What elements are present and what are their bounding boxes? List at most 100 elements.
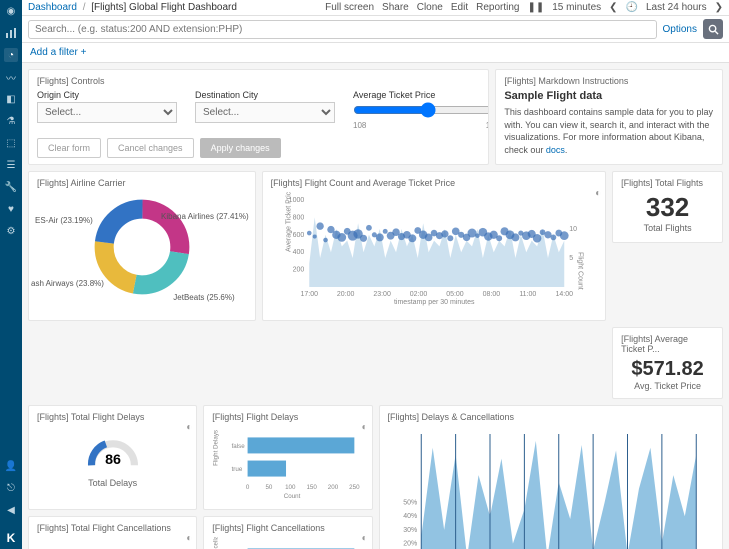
pause-icon[interactable]: ❚❚ bbox=[527, 2, 544, 13]
svg-text:08:00: 08:00 bbox=[482, 291, 500, 298]
ml-icon[interactable]: ⚗ bbox=[4, 114, 18, 128]
svg-text:250: 250 bbox=[349, 484, 360, 491]
search-options[interactable]: Options bbox=[663, 24, 697, 35]
search-input[interactable] bbox=[28, 20, 657, 39]
origin-select[interactable]: Select... bbox=[37, 102, 177, 123]
panel-count-price: [Flights] Flight Count and Average Ticke… bbox=[262, 171, 607, 321]
dashboard-icon[interactable]: ◔ bbox=[4, 48, 18, 62]
refresh-interval[interactable]: 15 minutes bbox=[552, 2, 601, 13]
discover-icon[interactable]: ◉ bbox=[4, 4, 18, 18]
donut-label: ash Airways (23.8%) bbox=[31, 279, 104, 288]
panel-title: [Flights] Flight Cancellations bbox=[212, 523, 363, 533]
panel-markdown: [Flights] Markdown Instructions Sample F… bbox=[495, 69, 723, 165]
count-price-chart: Average Ticket Price Flight Count timest… bbox=[271, 192, 598, 307]
panel-flight-delays: [Flights] Flight Delays Flight Delays Co… bbox=[203, 405, 372, 510]
svg-text:40%: 40% bbox=[403, 513, 417, 520]
svg-text:Flight Delays: Flight Delays bbox=[213, 430, 220, 466]
devtools-icon[interactable]: 🔧 bbox=[4, 180, 18, 194]
total-delays-label: Total Delays bbox=[88, 478, 137, 488]
panel-title: [Flights] Delays & Cancellations bbox=[388, 412, 715, 422]
prev-time-icon[interactable]: ❮ bbox=[609, 2, 617, 13]
docs-link[interactable]: docs bbox=[546, 145, 565, 155]
svg-text:100: 100 bbox=[285, 484, 296, 491]
search-row: Options bbox=[22, 16, 729, 43]
canvas-icon[interactable]: ◧ bbox=[4, 92, 18, 106]
add-filter-button[interactable]: Add a filter + bbox=[30, 47, 86, 58]
panel-title: [Flights] Total Flight Cancellations bbox=[37, 523, 188, 533]
clear-form-button[interactable]: Clear form bbox=[37, 138, 101, 158]
svg-text:20%: 20% bbox=[403, 541, 417, 548]
origin-label: Origin City bbox=[37, 90, 177, 100]
svg-text:Flight Count: Flight Count bbox=[576, 252, 583, 290]
svg-text:14:00: 14:00 bbox=[555, 291, 573, 298]
panel-title: [Flights] Flight Delays bbox=[212, 412, 363, 422]
chart-legend-toggle-icon[interactable]: ◐ bbox=[361, 533, 367, 544]
delays-gauge: 86 bbox=[83, 426, 143, 476]
kibana-logo: K bbox=[7, 525, 16, 549]
svg-text:5: 5 bbox=[569, 255, 573, 262]
svg-text:400: 400 bbox=[292, 249, 304, 256]
panel-title: [Flights] Controls bbox=[37, 76, 480, 86]
panel-controls: [Flights] Controls Origin City Select...… bbox=[28, 69, 489, 165]
svg-text:11:00: 11:00 bbox=[519, 291, 536, 298]
panel-title: [Flights] Flight Count and Average Ticke… bbox=[271, 178, 598, 188]
avg-price-label: Avg. Ticket Price bbox=[621, 381, 714, 391]
svg-text:02:00: 02:00 bbox=[409, 291, 427, 298]
breadcrumb-root[interactable]: Dashboard bbox=[28, 2, 77, 13]
price-slider[interactable] bbox=[353, 102, 489, 118]
user-icon[interactable]: 👤 bbox=[4, 459, 18, 473]
svg-text:50%: 50% bbox=[403, 500, 417, 507]
panel-total-cancel: [Flights] Total Flight Cancellations 44 … bbox=[28, 516, 197, 549]
logout-icon[interactable]: ⎋ bbox=[4, 481, 18, 495]
panel-title: [Flights] Airline Carrier bbox=[37, 178, 247, 188]
avg-price-value: $571.82 bbox=[621, 358, 714, 381]
search-button[interactable] bbox=[703, 19, 723, 39]
svg-text:23:00: 23:00 bbox=[373, 291, 391, 298]
svg-text:86: 86 bbox=[105, 452, 121, 468]
infra-icon[interactable]: ⬚ bbox=[4, 136, 18, 150]
svg-text:150: 150 bbox=[307, 484, 318, 491]
breadcrumb-page: [Flights] Global Flight Dashboard bbox=[91, 2, 237, 13]
total-flights-label: Total Flights bbox=[621, 223, 714, 233]
dest-select[interactable]: Select... bbox=[195, 102, 335, 123]
sidebar: ◉ ◔ 〰 ◧ ⚗ ⬚ ☰ 🔧 ♥ ⚙ 👤 ⎋ ◀ K bbox=[0, 0, 22, 549]
next-time-icon[interactable]: ❯ bbox=[715, 2, 723, 13]
edit-button[interactable]: Edit bbox=[451, 2, 468, 13]
management-icon[interactable]: ⚙ bbox=[4, 224, 18, 238]
chart-legend-toggle-icon[interactable]: ◐ bbox=[186, 533, 192, 544]
svg-text:Flight Cancellations: Flight Cancellations bbox=[213, 537, 220, 549]
chart-legend-toggle-icon[interactable]: ◐ bbox=[186, 422, 192, 433]
chart-legend-toggle-icon[interactable]: ◐ bbox=[361, 422, 367, 433]
markdown-body: This dashboard contains sample data for … bbox=[504, 106, 714, 156]
svg-text:17:00: 17:00 bbox=[300, 291, 318, 298]
monitoring-icon[interactable]: ♥ bbox=[4, 202, 18, 216]
panel-avg-price: [Flights] Average Ticket P... $571.82 Av… bbox=[612, 327, 723, 399]
panel-title: [Flights] Total Flights bbox=[621, 178, 714, 188]
share-button[interactable]: Share bbox=[382, 2, 409, 13]
svg-text:600: 600 bbox=[292, 232, 304, 239]
fullscreen-button[interactable]: Full screen bbox=[325, 2, 374, 13]
svg-text:20:00: 20:00 bbox=[337, 291, 355, 298]
panel-airline: [Flights] Airline Carrier Kibana Airline… bbox=[28, 171, 256, 321]
timelion-icon[interactable]: 〰 bbox=[4, 70, 18, 84]
svg-text:50: 50 bbox=[266, 484, 273, 491]
collapse-icon[interactable]: ◀ bbox=[4, 503, 18, 517]
svg-text:1000: 1000 bbox=[288, 197, 304, 204]
price-label: Average Ticket Price bbox=[353, 90, 489, 100]
apm-icon[interactable]: ☰ bbox=[4, 158, 18, 172]
dest-label: Destination City bbox=[195, 90, 335, 100]
delays-cancel-chart: 10%20%30%40%50% 2018-07-09 00:002018-07-… bbox=[388, 426, 715, 549]
clone-button[interactable]: Clone bbox=[417, 2, 443, 13]
apply-changes-button[interactable]: Apply changes bbox=[200, 138, 281, 158]
clock-icon: 🕘 bbox=[626, 2, 638, 13]
panel-title: [Flights] Markdown Instructions bbox=[504, 76, 714, 86]
cancel-changes-button[interactable]: Cancel changes bbox=[107, 138, 194, 158]
panel-total-flights: [Flights] Total Flights 332 Total Flight… bbox=[612, 171, 723, 243]
time-range[interactable]: Last 24 hours bbox=[646, 2, 707, 13]
chart-legend-toggle-icon[interactable]: ◐ bbox=[595, 188, 601, 199]
visualize-icon[interactable] bbox=[4, 26, 18, 40]
reporting-button[interactable]: Reporting bbox=[476, 2, 519, 13]
svg-text:true: true bbox=[232, 466, 243, 473]
panel-total-delays: [Flights] Total Flight Delays 86 Total D… bbox=[28, 405, 197, 510]
svg-text:0: 0 bbox=[246, 484, 250, 491]
